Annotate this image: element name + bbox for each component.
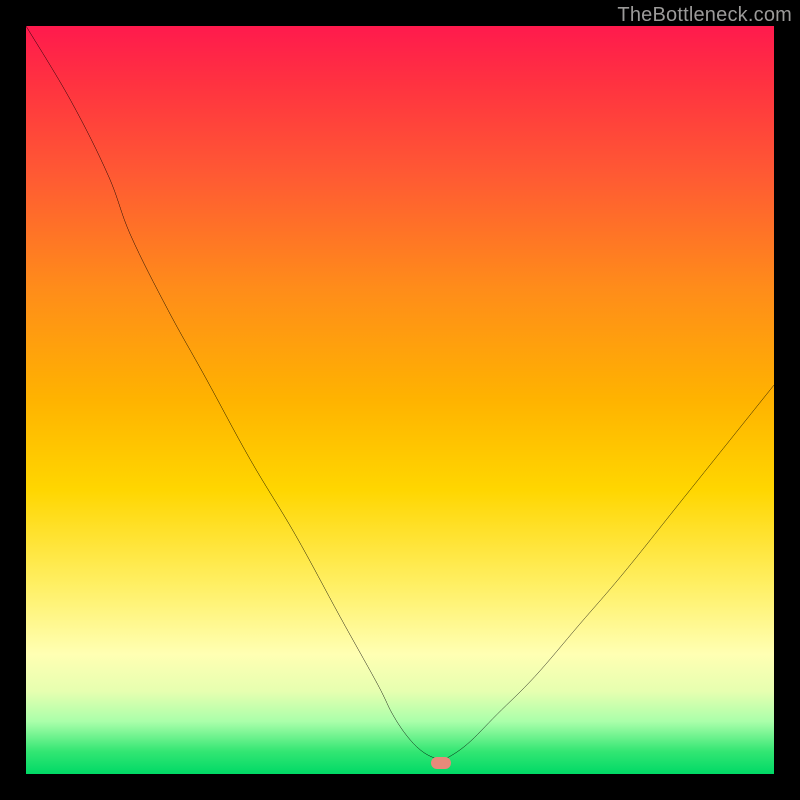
watermark-text: TheBottleneck.com <box>617 4 792 27</box>
chart-stage: TheBottleneck.com <box>0 0 800 800</box>
min-marker <box>431 757 451 769</box>
curve-path <box>26 26 774 761</box>
bottleneck-curve <box>26 26 774 774</box>
plot-area <box>26 26 774 774</box>
